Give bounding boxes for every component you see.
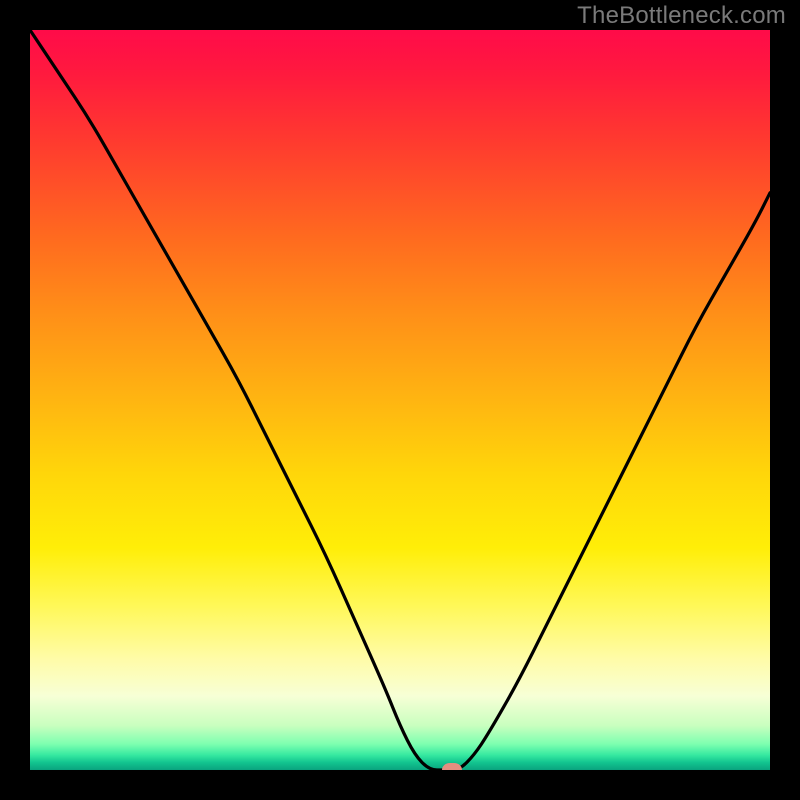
watermark-text: TheBottleneck.com <box>577 2 786 30</box>
plot-area <box>30 30 770 770</box>
bottleneck-curve <box>30 30 770 770</box>
chart-frame: TheBottleneck.com <box>0 0 800 800</box>
optimal-marker <box>442 763 462 770</box>
